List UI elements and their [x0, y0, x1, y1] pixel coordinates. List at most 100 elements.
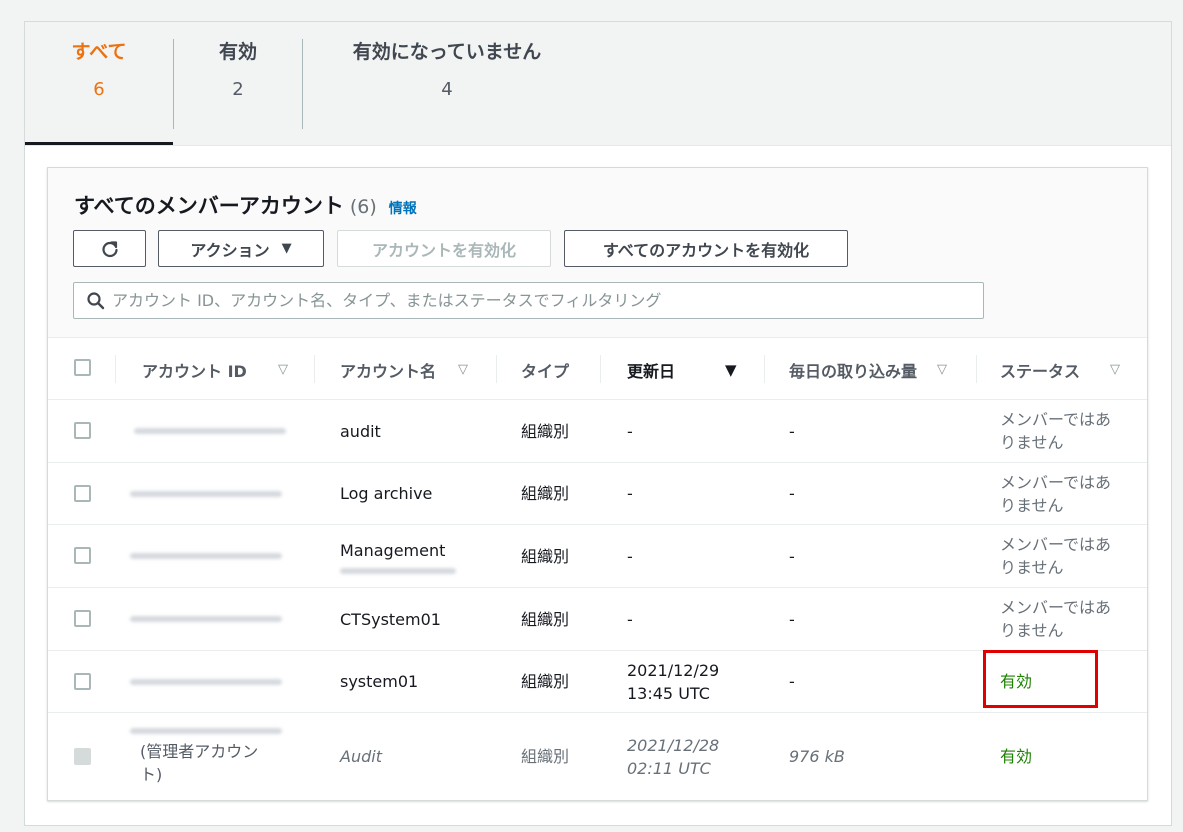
actions-label: アクション	[190, 240, 270, 260]
column-updated-label: 更新日	[627, 361, 676, 381]
row-checkbox[interactable]	[74, 485, 91, 502]
table-row[interactable]: Log archive 組織別 - - メンバーではあ りません	[48, 463, 1147, 525]
redacted-account-id	[134, 428, 286, 434]
type-cell: 組織別	[521, 747, 570, 766]
updated-date: -	[627, 546, 633, 566]
status-cell: メンバーではあ りません	[1000, 525, 1111, 587]
column-divider	[600, 355, 601, 383]
column-status[interactable]: ステータス ▽	[1000, 339, 1130, 400]
tab-enabled[interactable]: 有効 2	[213, 40, 263, 130]
account-name-text: Management	[340, 540, 446, 560]
redacted-account-id	[130, 490, 282, 497]
column-status-label: ステータス	[1000, 361, 1081, 381]
type-cell: 組織別	[521, 672, 570, 691]
status-text-line2: りません	[1000, 621, 1064, 640]
table-row: (管理者アカウン ト) Audit 組織別 2021/12/28 02:11 U…	[48, 713, 1147, 800]
enable-account-label: アカウントを有効化	[371, 240, 516, 260]
status-text-line1: メンバーではあ	[1000, 598, 1112, 617]
tab-divider	[302, 39, 303, 129]
column-divider	[496, 355, 497, 383]
enable-all-label: すべてのアカウントを有効化	[602, 240, 810, 260]
sort-icon: ▽	[937, 362, 947, 377]
row-checkbox[interactable]	[74, 422, 91, 439]
select-all-checkbox[interactable]	[74, 359, 91, 376]
info-link[interactable]: 情報	[389, 198, 417, 218]
row-checkbox-disabled	[74, 748, 91, 765]
refresh-icon	[101, 240, 118, 257]
redacted-account-id	[130, 616, 282, 622]
status-enabled-text: 有効	[1000, 747, 1033, 766]
type-cell: 組織別	[521, 609, 570, 629]
ingest-cell: -	[789, 546, 795, 566]
filter-input[interactable]	[112, 291, 972, 310]
updated-date: 2021/12/29	[627, 660, 720, 680]
type-cell: 組織別	[521, 546, 570, 566]
column-divider	[976, 355, 977, 383]
active-tab-indicator	[25, 142, 173, 145]
account-id-cell	[130, 588, 282, 650]
admin-account-note-line2: ト)	[140, 764, 163, 784]
status-text-line1: メンバーではあ	[1000, 410, 1112, 429]
type-cell: 組織別	[521, 421, 570, 441]
updated-date: -	[627, 484, 633, 503]
redacted-account-info	[340, 567, 456, 574]
tab-enabled-count: 2	[232, 78, 244, 100]
redacted-account-id	[130, 553, 282, 559]
account-name-cell: CTSystem01	[340, 609, 441, 629]
ingest-cell: -	[789, 609, 795, 629]
status-text-line1: メンバーではあ	[1000, 535, 1112, 554]
sort-icon: ▽	[458, 362, 468, 377]
updated-cell: -	[627, 400, 633, 462]
account-id-cell	[134, 400, 286, 462]
updated-date: -	[627, 421, 633, 441]
tab-enabled-label: 有効	[218, 41, 257, 63]
account-id-cell	[130, 525, 282, 587]
panel-header: すべてのメンバーアカウント (6) 情報 アクション ▼ アカウントを有効化 す…	[48, 168, 1147, 338]
actions-dropdown-button[interactable]: アクション ▼	[158, 230, 324, 267]
account-name-cell: Log archive	[340, 484, 433, 503]
table-row[interactable]: CTSystem01 組織別 - - メンバーではあ りません	[48, 588, 1147, 651]
sort-icon: ▽	[1110, 362, 1120, 377]
column-type[interactable]: タイプ	[521, 339, 581, 400]
row-checkbox[interactable]	[74, 610, 91, 627]
column-updated[interactable]: 更新日 ▼	[627, 339, 747, 400]
updated-cell: 2021/12/28 02:11 UTC	[627, 713, 719, 800]
status-text-line2: りません	[1000, 558, 1064, 577]
updated-cell: -	[627, 525, 633, 587]
table-row[interactable]: Management 組織別 - - メンバーではあ りません	[48, 525, 1147, 588]
tab-all[interactable]: すべて 6	[69, 40, 129, 130]
filter-search-box[interactable]	[73, 282, 984, 319]
ingest-cell: -	[789, 672, 795, 691]
column-type-label: タイプ	[521, 361, 570, 381]
account-name-cell: system01	[340, 672, 419, 691]
row-checkbox[interactable]	[74, 547, 91, 564]
account-name-cell: Audit	[340, 747, 382, 766]
type-cell: 組織別	[521, 484, 570, 503]
status-cell: メンバーではあ りません	[1000, 588, 1111, 650]
refresh-button[interactable]	[73, 230, 146, 267]
enable-account-button[interactable]: アカウントを有効化	[337, 230, 551, 267]
account-id-cell: (管理者アカウン ト)	[130, 713, 282, 800]
tab-not-enabled[interactable]: 有効になっていません 4	[347, 40, 547, 130]
account-id-cell	[130, 651, 282, 712]
admin-account-note-line1: (管理者アカウン	[140, 741, 259, 761]
status-text-line2: りません	[1000, 495, 1064, 515]
tab-divider	[173, 39, 174, 129]
caret-down-icon: ▼	[281, 241, 292, 256]
column-daily-ingest[interactable]: 毎日の取り込み量 ▽	[789, 339, 959, 400]
updated-date: 2021/12/28	[627, 735, 720, 755]
column-account-name[interactable]: アカウント名 ▽	[340, 339, 480, 400]
status-tabs: すべて 6 有効 2 有効になっていません 4	[25, 22, 1171, 146]
status-text-line2: りません	[1000, 433, 1064, 452]
panel-title: すべてのメンバーアカウント (6) 情報	[74, 190, 417, 220]
ingest-cell: 976 kB	[789, 747, 845, 766]
column-account-id[interactable]: アカウント ID ▽	[142, 339, 292, 400]
column-divider	[314, 355, 315, 383]
status-cell: メンバーではあ りません	[1000, 400, 1111, 462]
column-divider	[764, 355, 765, 383]
row-checkbox[interactable]	[74, 673, 91, 690]
panel-title-text: すべてのメンバーアカウント	[74, 194, 344, 218]
tab-all-label: すべて	[71, 41, 127, 63]
enable-all-accounts-button[interactable]: すべてのアカウントを有効化	[564, 230, 848, 267]
table-row[interactable]: audit 組織別 - - メンバーではあ りません	[48, 400, 1147, 463]
